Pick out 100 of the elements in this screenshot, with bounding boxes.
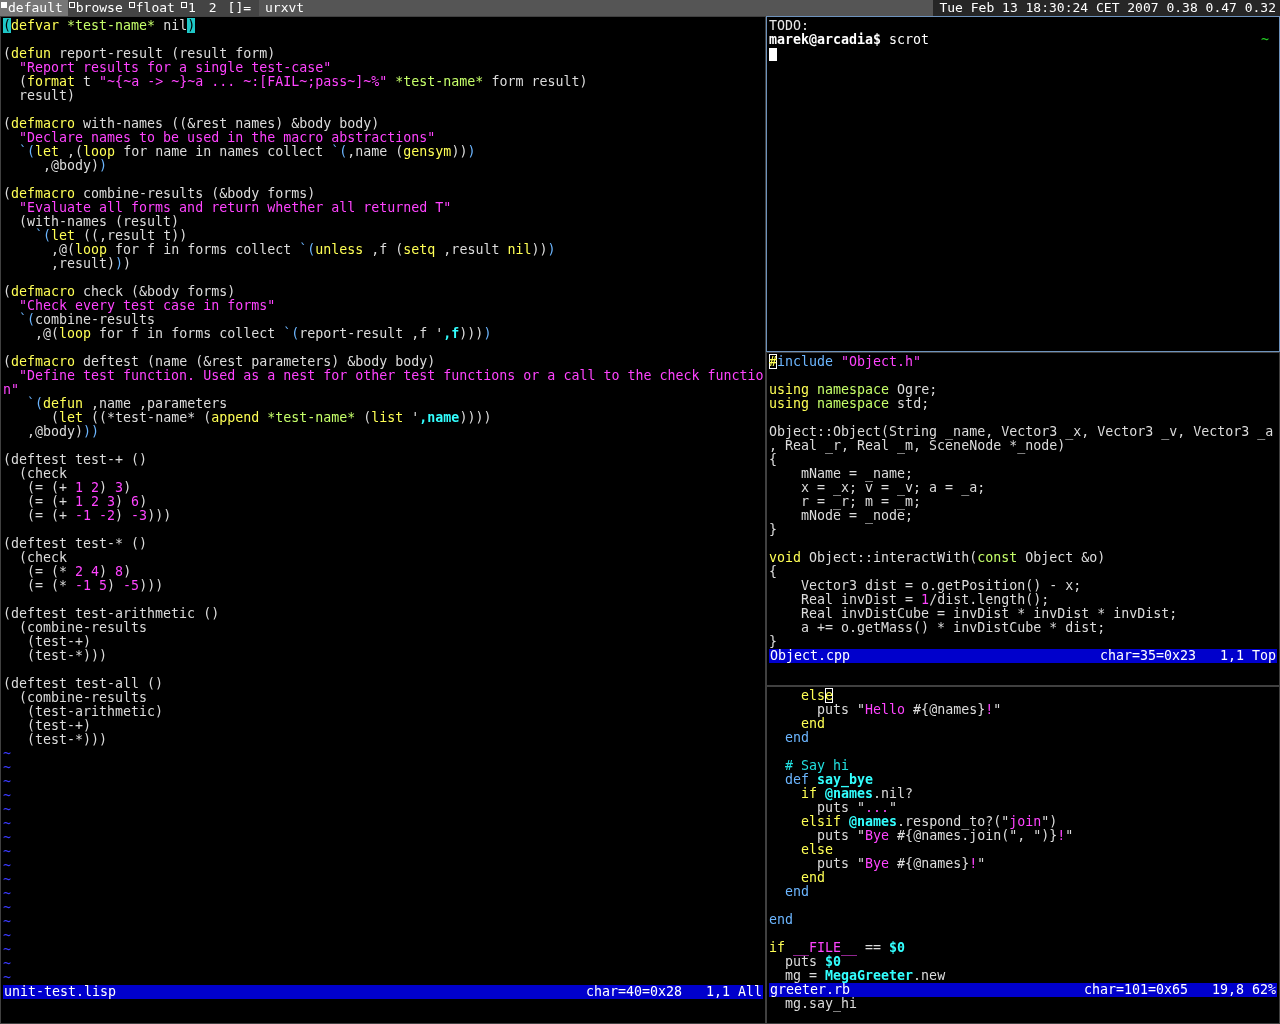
code-line: (test-*)))	[26, 733, 109, 747]
code-line: (defmacro with-names ((&rest names) &body body)	[3, 117, 380, 131]
code-line: `(combine-results	[18, 313, 157, 327]
terminal-line: TODO:	[769, 19, 810, 33]
code-line: a += o.getMass() * invDistCube * dist;	[800, 621, 1107, 635]
code-line: def say_bye	[784, 773, 875, 787]
tag-button[interactable]: default	[0, 0, 68, 16]
tag-button[interactable]: browse	[67, 0, 128, 16]
code-line: end	[800, 717, 826, 731]
code-line: (combine-results	[18, 691, 149, 705]
layout-symbol[interactable]: []=	[221, 0, 260, 16]
tag-button[interactable]: 2	[200, 0, 222, 16]
square-icon	[128, 2, 135, 8]
code-line: puts $0	[784, 955, 842, 969]
code-line: mg = MegaGreeter.new	[785, 969, 947, 983]
code-line: (test-*)))	[26, 649, 109, 663]
code-line: end	[784, 731, 811, 745]
code-line: `(let ((,result t))	[35, 229, 189, 243]
code-line: , Real _r, Real _m, SceneNode *_node)	[769, 439, 1066, 453]
cursor-position: 19,8 62%	[1211, 983, 1276, 997]
code-line: (check	[18, 551, 69, 565]
character-code: char=35=0x23	[1099, 649, 1196, 663]
code-line: n"	[3, 383, 20, 397]
empty-line-marker: ~	[3, 887, 12, 901]
code-line: ,@(loop for f in forms collect `(unless ,f (setq ,result nil)))	[50, 243, 557, 257]
code-line: (defmacro deftest (name (&rest parameters) &body body)	[3, 355, 437, 369]
code-line: (test-+)	[26, 635, 93, 649]
code-line: puts "Hello #{@names}!"	[817, 703, 1003, 717]
code-line: using namespace std;	[769, 397, 930, 411]
code-line: Real invDist = 1/dist.length();	[800, 593, 1050, 607]
code-line: (test-+)	[26, 719, 93, 733]
code-line: `(defun ,name ,parameters	[26, 397, 228, 411]
empty-line-marker: ~	[3, 971, 12, 985]
code-line: end	[769, 913, 795, 927]
code-line: (= (* -1 5) -5)))	[26, 579, 165, 593]
code-line: (= (+ 1 2) 3)	[26, 481, 133, 495]
code-line: else	[800, 843, 834, 857]
code-line: (= (+ -1 -2) -3)))	[26, 509, 173, 523]
code-line: (= (* 2 4) 8)	[26, 565, 133, 579]
status-text: Tue Feb 13 18:30:24 CET 2007 0.38 0.47 0.32	[933, 0, 1280, 16]
code-line: Object::Object(String _name, Vector3 _x, Vector3 _v, Vector3 _a	[769, 425, 1275, 439]
right-prompt: ~	[1261, 33, 1270, 47]
code-line: if __FILE__ == $0	[769, 941, 907, 955]
code-line: (defmacro check (&body forms)	[3, 285, 237, 299]
code-line: if @names.nil?	[800, 787, 915, 801]
empty-line-marker: ~	[3, 817, 12, 831]
code-line: # Say hi	[784, 759, 850, 773]
code-line: ,@(loop for f in forms collect `(report-result ,f ',f))))	[34, 327, 493, 341]
file-name: greeter.rb	[770, 983, 851, 997]
code-line: (with-names (result)	[18, 215, 181, 229]
code-line: mNode = _node;	[800, 509, 914, 523]
character-code: char=101=0x65	[1083, 983, 1188, 997]
code-line: (deftest test-arithmetic ()	[3, 607, 221, 621]
empty-line-marker: ~	[3, 859, 12, 873]
code-line: "Report results for a single test-case"	[18, 61, 332, 75]
empty-line-marker: ~	[3, 747, 12, 761]
code-line: "Define test function. Used as a nest for other test functions or a call to the check functio	[18, 369, 763, 383]
empty-line-marker: ~	[3, 761, 12, 775]
code-line: "Evaluate all forms and return whether all returned T"	[18, 201, 453, 215]
empty-line-marker: ~	[3, 957, 12, 971]
code-line: (combine-results	[18, 621, 149, 635]
code-line: }	[769, 635, 778, 649]
code-line: "Check every test case in forms"	[18, 299, 277, 313]
command-line: marek@arcadia$ scrot	[769, 33, 930, 47]
text-cursor	[769, 48, 777, 61]
character-code: char=40=0x28	[585, 985, 682, 999]
empty-line-marker: ~	[3, 789, 12, 803]
code-line: "Declare names to be used in the macro abstractions"	[18, 131, 437, 145]
code-line: Real invDistCube = invDist * invDist * invDist;	[800, 607, 1179, 621]
code-line: (deftest test-+ ()	[3, 453, 149, 467]
code-line: }	[769, 523, 778, 537]
code-line: mg.say_hi	[785, 997, 859, 1011]
empty-line-marker: ~	[3, 775, 12, 789]
tag-button[interactable]: float	[127, 0, 180, 16]
code-line: end	[800, 871, 826, 885]
empty-line-marker: ~	[3, 873, 12, 887]
code-line: result)	[18, 89, 77, 103]
code-line: `(let ,(loop for name in names collect `(,name (gensym)))	[18, 145, 477, 159]
square-icon	[1, 2, 7, 8]
square-icon	[68, 2, 75, 8]
code-line: end	[784, 885, 811, 899]
empty-line-marker: ~	[3, 845, 12, 859]
cursor-position: 1,1 Top	[1219, 649, 1276, 663]
code-line: (check	[18, 467, 69, 481]
tag-button[interactable]: 1	[179, 0, 201, 16]
code-line: puts "Bye #{@names.join(", ")}!"	[817, 829, 1075, 843]
code-line: x = _x; v = _v; a = _a;	[800, 481, 987, 495]
file-name: Object.cpp	[770, 649, 851, 663]
code-line: (defmacro combine-results (&body forms)	[3, 187, 317, 201]
code-line: (deftest test-all ()	[3, 677, 165, 691]
code-line: (let ((*test-name* (append *test-name* (list ',name))))	[50, 411, 493, 425]
code-line: (deftest test-* ()	[3, 537, 149, 551]
empty-line-marker: ~	[3, 929, 12, 943]
code-line: Vector3 dist = o.getPosition() - x;	[800, 579, 1083, 593]
code-line: elsif @names.respond_to?("join")	[800, 815, 1059, 829]
code-line: using namespace Ogre;	[769, 383, 939, 397]
empty-line-marker: ~	[3, 943, 12, 957]
code-line: (test-arithmetic)	[26, 705, 165, 719]
code-line: (= (+ 1 2 3) 6)	[26, 495, 149, 509]
code-line: (format t "~{~a -> ~}~a ... ~:[FAIL~;pass~]~%" *test-name* form result)	[18, 75, 589, 89]
